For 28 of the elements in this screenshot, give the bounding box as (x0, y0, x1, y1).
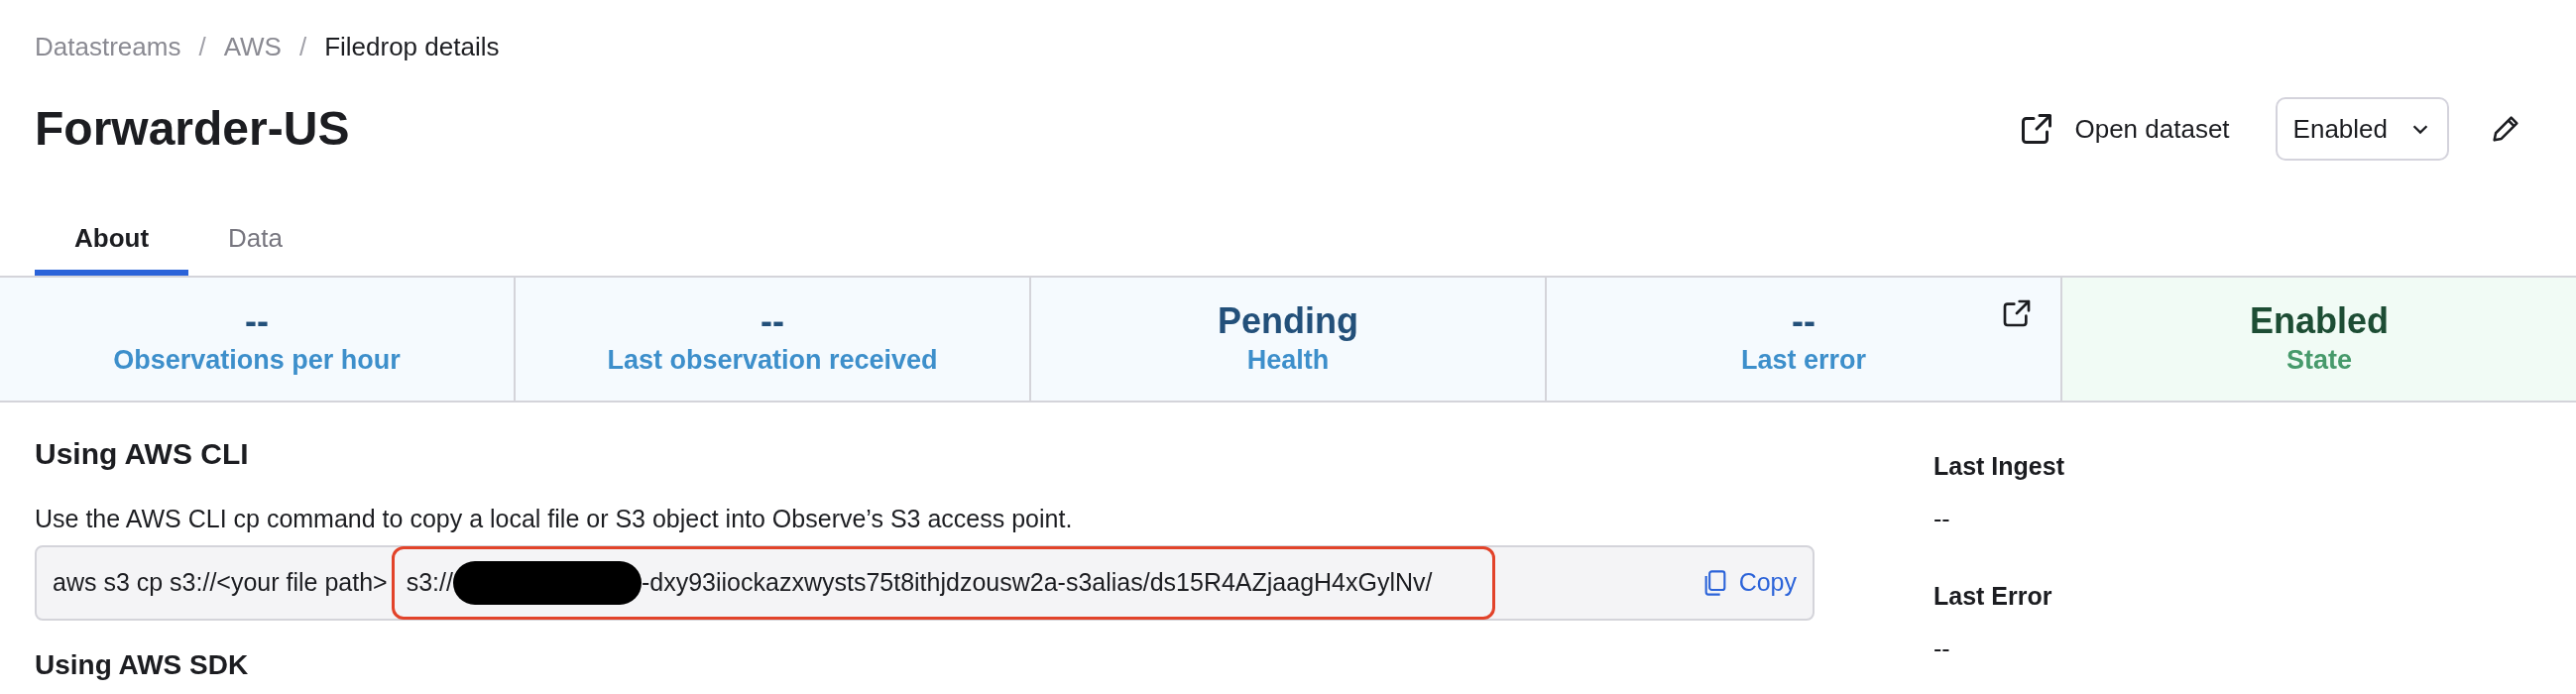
breadcrumb-link[interactable]: Filedrop details (324, 30, 500, 63)
section-heading: Using AWS SDK (35, 650, 250, 680)
stat-value: Pending (1218, 300, 1358, 342)
stat-label: Last error (1740, 344, 1867, 377)
section-description: Use the AWS CLI cp command to copy a local file or S3 object into Observe’s S3 access point. (35, 504, 1074, 534)
open-dataset-button[interactable]: Open dataset (2011, 101, 2238, 157)
command-text: -dxy93iiockazxwysts75t8ithjdzousw2a-s3alias/ds15R4AZjaagH4xGylNv/ (641, 567, 1433, 599)
detail-value: -- (1933, 634, 1951, 663)
page-title: Forwarder-US (35, 101, 350, 157)
stat-label: Health (1246, 344, 1330, 377)
stat-value: -- (245, 300, 269, 342)
breadcrumb-separator: / (198, 31, 206, 63)
stat-value: -- (1792, 300, 1815, 342)
stat-label: Last observation received (607, 344, 938, 377)
stat-label: State (2286, 344, 2352, 377)
breadcrumb-separator: / (298, 31, 307, 63)
stat-value: Enabled (2250, 300, 2389, 342)
state-dropdown[interactable]: Enabled (2275, 97, 2449, 161)
detail-label: Last Error (1933, 581, 2053, 611)
stat-label: Observations per hour (113, 344, 401, 377)
detail-value: -- (1933, 504, 1951, 533)
command-text: aws s3 cp s3://<your file path> (53, 567, 388, 599)
command-text: s3:// (406, 567, 453, 599)
tab[interactable]: Data (188, 222, 322, 276)
section-heading: Using AWS CLI (35, 436, 250, 472)
stat-value: -- (761, 300, 784, 342)
detail-label: Last Ingest (1933, 451, 2064, 481)
copy-button[interactable]: Copy (1700, 564, 1797, 602)
